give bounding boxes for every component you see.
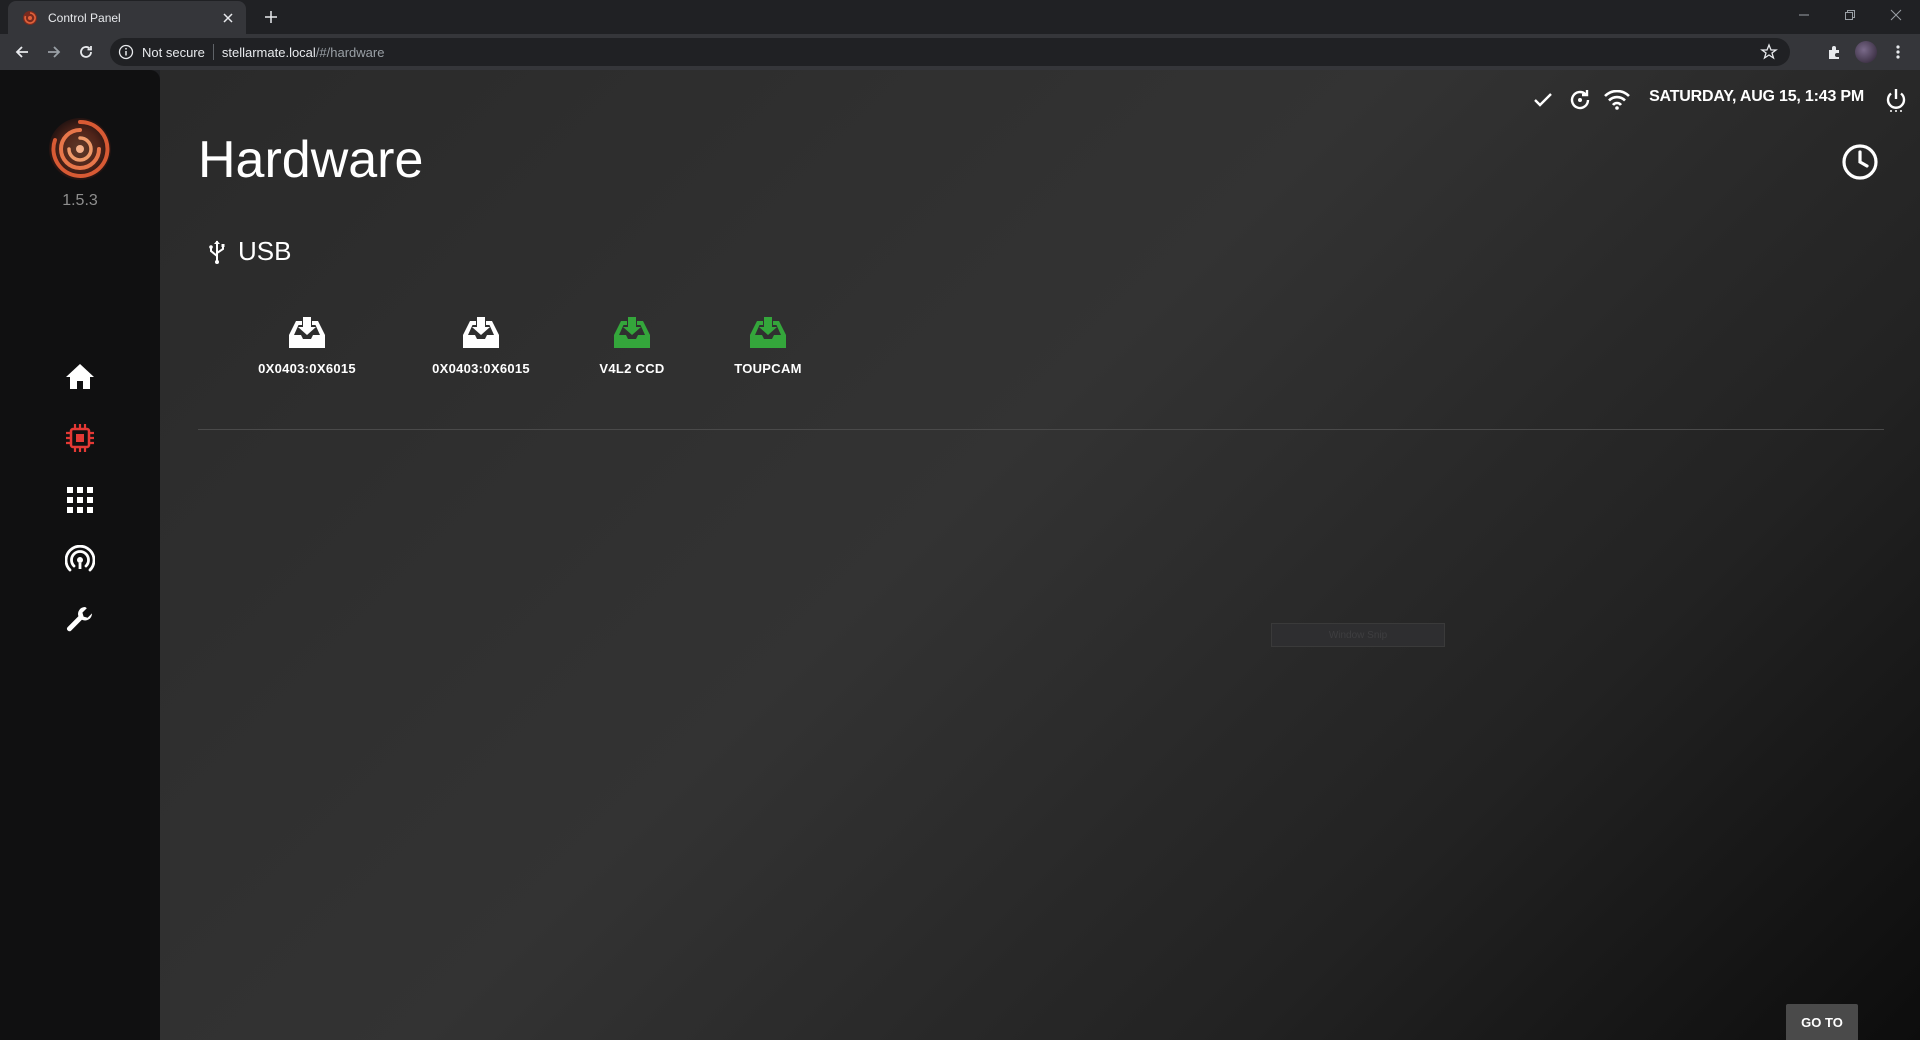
wifi-icon[interactable] [1602,86,1632,114]
browser-tabstrip: Control Panel [0,0,1920,34]
browser-toolbar: Not secure stellarmate.local /#/hardware [0,34,1920,70]
home-icon [66,364,94,389]
minimize-icon[interactable] [1784,4,1824,26]
sidebar: 1.5.3 [0,70,160,1040]
status-datetime: SATURDAY, AUG 15, 1:43 PM [1649,88,1864,105]
clock-icon[interactable] [1840,142,1880,182]
restore-icon[interactable] [1830,4,1870,26]
url-host: stellarmate.local [221,44,316,60]
device-icon [750,317,786,348]
device-icon [463,317,499,348]
forward-icon[interactable] [42,40,66,64]
chip-icon [66,424,94,452]
power-icon[interactable] [1882,86,1910,114]
address-bar[interactable]: Not secure stellarmate.local /#/hardware [110,38,1790,66]
close-window-icon[interactable] [1876,4,1916,26]
bookmark-star-icon[interactable] [1760,43,1778,61]
grid-icon [67,487,93,513]
tab-title: Control Panel [48,10,121,25]
usb-device-item[interactable]: 0X0403:0X6015 [241,315,373,376]
browser-tab[interactable]: Control Panel [8,1,246,34]
section-title: USB [238,236,292,266]
device-icon [289,317,325,348]
refresh-icon[interactable] [1566,86,1594,114]
usb-device-item[interactable]: V4L2 CCD [582,315,682,376]
info-icon[interactable] [118,44,134,60]
address-separator [212,44,214,60]
device-label: V4L2 CCD [599,361,665,376]
goto-button[interactable]: GO TO [1786,1004,1858,1040]
profile-avatar[interactable] [1854,40,1878,64]
back-icon[interactable] [10,40,34,64]
reload-icon[interactable] [74,40,98,64]
wrench-icon [67,607,93,632]
main-content: SATURDAY, AUG 15, 1:43 PM Hardware USB 0… [160,70,1920,1040]
sidebar-item-apps[interactable] [62,482,98,518]
device-label: 0X0403:0X6015 [432,361,530,376]
app-version: 1.5.3 [62,192,98,209]
window-snip-overlay: Window Snip [1271,623,1445,647]
sidebar-item-network[interactable] [62,542,98,578]
extensions-icon[interactable] [1822,40,1846,64]
hotspot-icon [65,545,95,572]
sidebar-item-home[interactable] [62,358,98,394]
close-tab-icon[interactable] [218,8,238,28]
sidebar-item-tools[interactable] [62,602,98,638]
stellarmate-favicon-icon [23,10,37,25]
usb-device-list: 0X0403:0X6015 0X0403:0X6015 V4L2 CCD TOU… [160,315,1920,395]
section-divider [198,429,1884,430]
device-label: 0X0403:0X6015 [258,361,356,376]
usb-icon [209,240,225,264]
check-icon[interactable] [1530,86,1556,114]
sidebar-item-hardware[interactable] [62,420,98,456]
browser-menu-icon[interactable] [1886,40,1910,64]
url-path: /#/hardware [315,44,385,60]
stellarmate-logo-icon [49,118,111,180]
avatar-icon [1855,41,1877,63]
usb-section-header: USB [208,236,291,267]
page-title: Hardware [198,131,424,189]
usb-device-item[interactable]: TOUPCAM [718,315,818,376]
security-label: Not secure [142,44,205,60]
usb-device-item[interactable]: 0X0403:0X6015 [415,315,547,376]
new-tab-icon[interactable] [260,6,282,28]
device-icon [614,317,650,348]
device-label: TOUPCAM [734,361,802,376]
